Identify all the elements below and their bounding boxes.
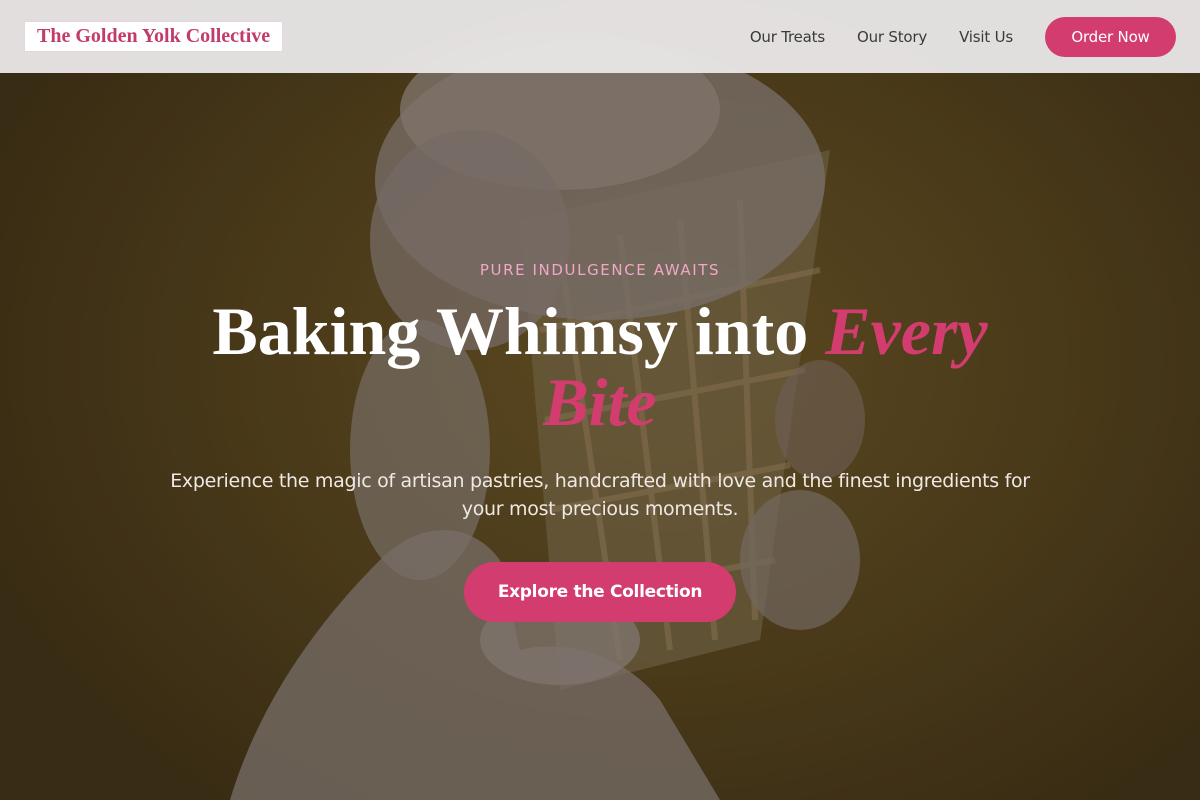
hero-section: PURE INDULGENCE AWAITS Baking Whimsy int… [0, 0, 1200, 800]
explore-collection-button[interactable]: Explore the Collection [464, 562, 736, 622]
hero-headline-main: Baking Whimsy into [212, 293, 826, 369]
hero-subtext: Experience the magic of artisan pastries… [170, 470, 1030, 520]
hero-eyebrow: PURE INDULGENCE AWAITS [479, 261, 721, 279]
hero-headline: Baking Whimsy into Every Bite [190, 296, 1010, 438]
